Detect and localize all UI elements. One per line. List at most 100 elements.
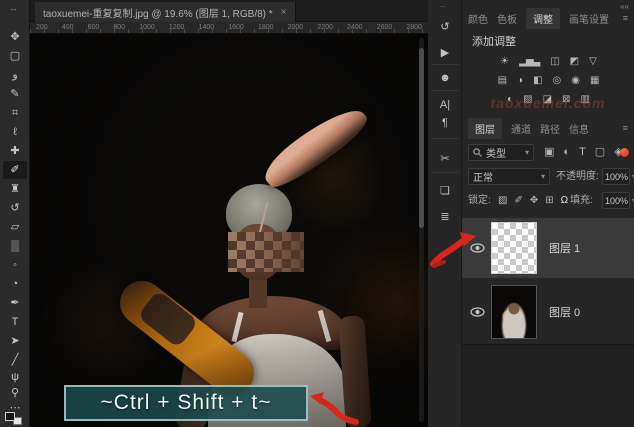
color-swatches[interactable]: [5, 412, 25, 426]
photo-filter-icon[interactable]: ◎: [553, 73, 561, 89]
layer-name[interactable]: 图层 1: [549, 240, 580, 256]
layers-panel-empty-area: [462, 344, 634, 427]
character-panel-icon[interactable]: A|: [432, 95, 458, 115]
actions-panel-icon[interactable]: ▶: [432, 42, 458, 62]
toolbar-collapse-icon[interactable]: ↔: [9, 3, 18, 13]
layer-filter-dropdown[interactable]: 类型 ▾: [468, 144, 534, 161]
history-panel-icon[interactable]: ↺: [432, 16, 458, 36]
healing-brush-tool[interactable]: ✚: [3, 142, 27, 160]
canvas-viewport[interactable]: ~Ctrl + Shift + t~: [30, 34, 428, 427]
curves-icon[interactable]: ◫: [550, 54, 558, 70]
quick-selection-tool[interactable]: ✎: [3, 85, 27, 103]
visibility-eye-icon[interactable]: [470, 243, 485, 253]
ruler-tick: 600: [88, 22, 100, 33]
tab-channels[interactable]: 通道: [511, 121, 531, 136]
layer-name[interactable]: 图层 0: [549, 304, 580, 320]
type-tool[interactable]: T: [3, 313, 27, 331]
layer-filter-icons: ▣ ◐ T ▢ ◈: [544, 144, 623, 161]
blend-mode-value: 正常: [473, 169, 493, 184]
layer-thumbnail-transparent[interactable]: [491, 222, 537, 274]
document-title: taoxuemei-重复复制.jpg @ 19.6% (图层 1, RGB/8)…: [43, 5, 273, 20]
search-icon: [473, 148, 482, 157]
lock-icons: ▨ ✐ ✥ ⊞ Ω: [498, 192, 568, 209]
clone-stamp-tool[interactable]: ♜: [3, 180, 27, 198]
filtering-on-toggle[interactable]: [620, 148, 629, 157]
ruler-tick: 1200: [169, 22, 185, 33]
panel-menu-icon[interactable]: ≡: [623, 13, 628, 23]
tab-adjustments[interactable]: 调整: [526, 8, 560, 29]
document-tab-bar: taoxuemei-重复复制.jpg @ 19.6% (图层 1, RGB/8)…: [30, 0, 428, 22]
libraries-panel-icon[interactable]: ☻: [432, 68, 458, 88]
path-selection-tool[interactable]: ➤: [3, 332, 27, 350]
close-document-icon[interactable]: ×: [281, 7, 287, 18]
lasso-tool[interactable]: و: [3, 66, 27, 84]
panel-dock-strip: ·· ↺ ▶ ☻ A| ¶ ✂ ❏ ≣: [428, 0, 462, 427]
layers-panel-tabs: 图层 通道 路径 信息 ≡: [468, 118, 628, 138]
filter-adjustment-layers-icon[interactable]: ◐: [563, 144, 570, 161]
filter-type-layers-icon[interactable]: T: [579, 144, 586, 161]
tab-color[interactable]: 颜色: [468, 11, 488, 26]
tab-info[interactable]: 信息: [569, 121, 589, 136]
history-brush-tool[interactable]: ↺: [3, 199, 27, 217]
layers-panel-menu-icon[interactable]: ≡: [623, 123, 628, 133]
ruler-tick: 400: [62, 22, 74, 33]
visibility-eye-icon[interactable]: [470, 307, 485, 317]
tab-swatches[interactable]: 色板: [497, 11, 517, 26]
ruler-tick: 200: [36, 22, 48, 33]
lock-artboard-icon[interactable]: ⊞: [545, 192, 553, 209]
blend-mode-dropdown[interactable]: 正常 ▾: [468, 168, 550, 185]
move-tool[interactable]: ✥: [3, 28, 27, 46]
brightness-contrast-icon[interactable]: ☀: [500, 54, 508, 70]
dock-collapse-icon[interactable]: ··: [440, 2, 445, 11]
layer-row-0[interactable]: 图层 0: [462, 282, 634, 342]
color-balance-icon[interactable]: ◑: [517, 73, 522, 89]
chevron-down-icon: ▾: [541, 172, 545, 181]
opacity-dropdown[interactable]: 100% ▾: [602, 168, 630, 185]
exposure-icon[interactable]: ◩: [570, 54, 578, 70]
pen-tool[interactable]: ✒: [3, 294, 27, 312]
crop-tool[interactable]: ⌗: [3, 104, 27, 122]
black-white-icon[interactable]: ◧: [533, 73, 541, 89]
hue-saturation-icon[interactable]: ▤: [498, 73, 506, 89]
layer-thumbnail-photo[interactable]: [491, 285, 537, 339]
lock-image-pixels-icon[interactable]: ✐: [514, 192, 522, 209]
filter-kind-label: 类型: [486, 145, 506, 160]
marquee-tool[interactable]: ▢: [3, 47, 27, 65]
filter-pixel-layers-icon[interactable]: ▣: [544, 144, 554, 161]
filter-shape-layers-icon[interactable]: ▢: [595, 144, 605, 161]
shortcut-text: ~Ctrl + Shift + t~: [101, 391, 272, 415]
lock-all-icon[interactable]: Ω: [561, 192, 568, 209]
levels-icon[interactable]: ▂▅▃: [519, 54, 539, 70]
eyedropper-tool[interactable]: ℓ: [3, 123, 27, 141]
tool-presets-panel-icon[interactable]: ✂: [432, 148, 458, 168]
tab-layers[interactable]: 图层: [468, 118, 502, 139]
photoshop-window: ↔ ✥ ▢ و ✎ ⌗ ℓ ✚ ✐ ♜ ↺ ▱ ▒ ◦ ◔ ✒ T ➤ ╱ ψ …: [0, 0, 634, 427]
lock-position-icon[interactable]: ✥: [530, 192, 538, 209]
canvas-scrollbar-thumb[interactable]: [419, 48, 424, 228]
fill-dropdown[interactable]: 100% ▾: [602, 192, 630, 209]
tab-brush-settings[interactable]: 画笔设置: [569, 11, 609, 26]
color-lookup-icon[interactable]: ▦: [590, 73, 598, 89]
blur-tool[interactable]: ◦: [3, 256, 27, 274]
lock-label: 锁定:: [468, 192, 491, 209]
foreground-color-swatch[interactable]: [5, 412, 15, 421]
lock-transparent-pixels-icon[interactable]: ▨: [498, 192, 507, 209]
channel-mixer-icon[interactable]: ◉: [571, 73, 579, 89]
gradient-tool[interactable]: ▒: [3, 237, 27, 255]
ruler-tick: 2000: [288, 22, 304, 33]
paragraph-panel-icon[interactable]: ¶: [432, 113, 458, 133]
opacity-value: 100%: [605, 172, 628, 182]
vibrance-icon[interactable]: ▽: [589, 54, 596, 70]
ruler-tick: 1000: [139, 22, 155, 33]
notes-panel-icon[interactable]: ≣: [432, 206, 458, 226]
watermark-text: taoxuemei.com: [462, 95, 634, 111]
line-tool[interactable]: ╱: [3, 351, 27, 369]
properties-panel-icon[interactable]: ❏: [432, 180, 458, 200]
document-tab[interactable]: taoxuemei-重复复制.jpg @ 19.6% (图层 1, RGB/8)…: [35, 2, 296, 22]
dodge-tool[interactable]: ◔: [3, 275, 27, 293]
tab-paths[interactable]: 路径: [540, 121, 560, 136]
eraser-tool[interactable]: ▱: [3, 218, 27, 236]
brush-tool[interactable]: ✐: [3, 161, 27, 179]
shortcut-annotation-box: ~Ctrl + Shift + t~: [64, 385, 308, 421]
layer-row-1[interactable]: 图层 1: [462, 218, 634, 278]
